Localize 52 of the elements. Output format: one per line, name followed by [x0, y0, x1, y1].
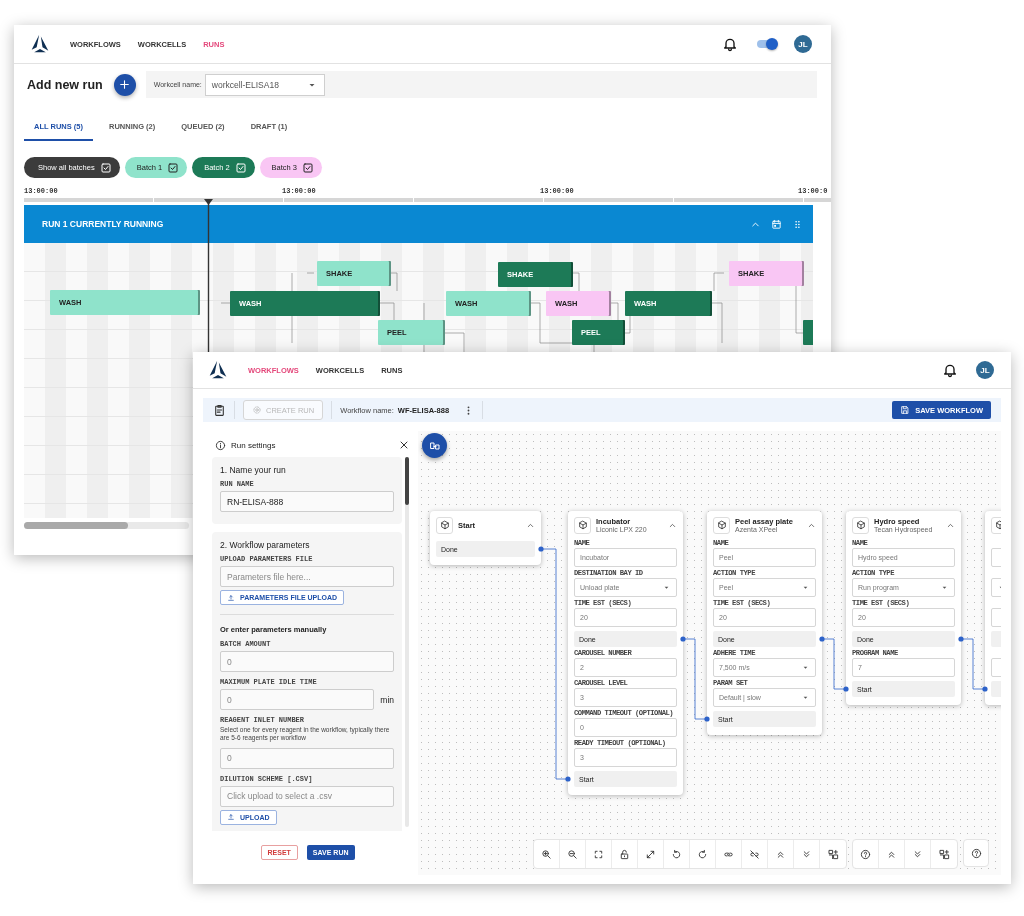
scrollbar[interactable] — [24, 522, 189, 529]
toggle-switch[interactable] — [756, 37, 778, 51]
user-avatar[interactable]: JL — [794, 35, 812, 53]
user-avatar[interactable]: JL — [976, 361, 994, 379]
save-icon — [900, 405, 911, 415]
toolbar-button[interactable] — [963, 839, 989, 867]
workcell-select[interactable]: workcell-ELISA18 — [204, 73, 325, 96]
chevrons-down-icon — [801, 848, 812, 860]
banner-title: RUN 1 CURRENTLY RUNNING — [42, 219, 165, 229]
connector-line — [819, 636, 849, 692]
undo-icon — [671, 848, 682, 860]
card-title: 2. Workflow parameters — [220, 540, 311, 550]
calendar-icon — [771, 218, 782, 230]
unlink-icon — [749, 848, 760, 860]
redo-icon — [697, 848, 708, 860]
add-run-button[interactable] — [113, 73, 136, 96]
info-icon — [215, 439, 226, 451]
panel-title: Run settings — [231, 440, 277, 450]
drag-handle-icon — [792, 218, 803, 230]
logo-icon — [30, 34, 50, 54]
gear-icon — [252, 405, 262, 415]
help-icon — [860, 848, 871, 860]
lock-icon — [619, 848, 630, 860]
clipboard-icon — [213, 403, 226, 417]
fit-view-icon — [593, 848, 604, 860]
input-field[interactable]: RN-ELISA-888 — [220, 491, 394, 512]
input-field[interactable]: Parameters file here... — [220, 566, 394, 587]
close-button[interactable] — [398, 439, 410, 451]
input-field[interactable]: Click upload to select a .csv — [220, 785, 394, 807]
input-field[interactable]: 0 — [220, 689, 375, 710]
logo-icon — [208, 360, 228, 380]
page-title: Add new run — [27, 77, 103, 92]
chevrons-down-icon — [912, 848, 923, 860]
plus-icon — [118, 78, 132, 91]
card-title: 1. Name your run — [220, 465, 287, 475]
upload-icon — [227, 593, 235, 602]
close-icon — [398, 439, 410, 451]
input-field[interactable]: 0 — [220, 651, 394, 672]
layout-button[interactable] — [422, 433, 447, 458]
layout-icon — [428, 439, 441, 452]
bell-icon — [722, 36, 738, 52]
upload-icon — [227, 813, 235, 822]
layout-icon — [827, 848, 839, 860]
layout-icon — [938, 848, 950, 860]
zoom-out-icon — [567, 848, 578, 860]
zoom-in-icon — [541, 848, 552, 860]
unit-label: min — [380, 694, 394, 705]
help-icon — [970, 847, 982, 859]
bell-icon — [942, 362, 958, 378]
expand-icon — [645, 848, 656, 860]
connector-line — [958, 636, 988, 692]
input-field[interactable]: 0 — [220, 747, 394, 769]
